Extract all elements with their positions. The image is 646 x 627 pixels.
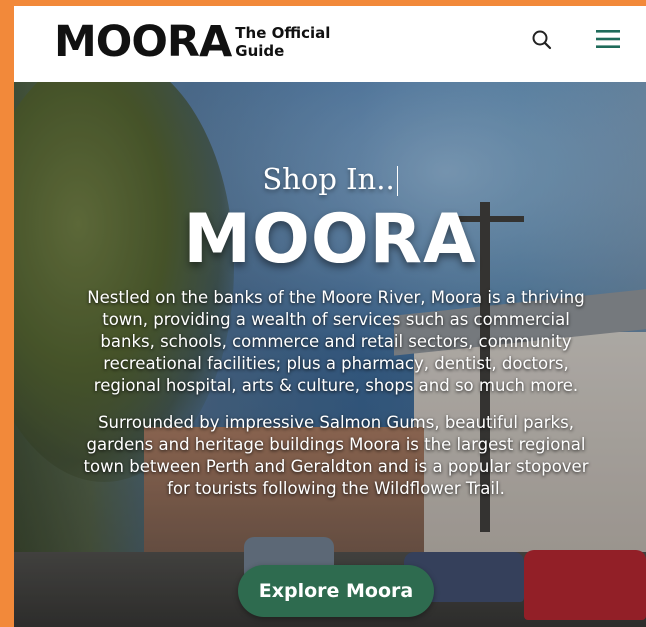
hero-subtitle: Shop In..	[14, 162, 646, 196]
hamburger-menu-icon	[596, 30, 620, 48]
hero-paragraph-intro: Nestled on the banks of the Moore River,…	[87, 288, 585, 395]
typing-caret	[396, 166, 398, 196]
site-logo[interactable]: MOORA The Official Guide	[54, 20, 330, 64]
search-button[interactable]	[530, 28, 554, 52]
page-frame: MOORA The Official Guide Shop In.. MOORA…	[14, 6, 646, 627]
logo-tagline-line2: Guide	[235, 42, 285, 60]
hero-paragraph-surroundings: Surrounded by impressive Salmon Gums, be…	[83, 413, 589, 498]
hero-title: MOORA	[183, 200, 477, 279]
logo-tagline: The Official Guide	[235, 24, 330, 60]
menu-button[interactable]	[594, 28, 622, 50]
site-header: MOORA The Official Guide	[14, 6, 646, 82]
search-icon	[532, 30, 552, 50]
logo-tagline-line1: The Official	[235, 24, 331, 42]
hero-subtitle-text: Shop In..	[262, 162, 395, 196]
explore-moora-button[interactable]: Explore Moora	[238, 565, 434, 617]
hero-section: Shop In.. MOORA Nestled on the banks of …	[14, 82, 646, 627]
logo-wordmark: MOORA	[54, 17, 232, 67]
